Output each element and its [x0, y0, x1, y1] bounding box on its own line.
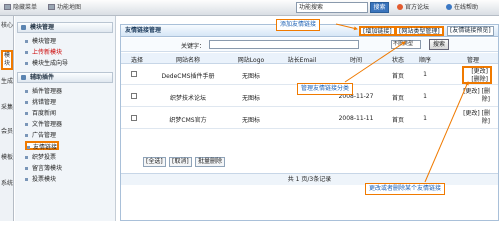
tab-member[interactable]: 会员 — [1, 128, 13, 148]
type-select[interactable]: 不限类型 — [391, 40, 421, 49]
forum-label: 官方论坛 — [405, 4, 430, 11]
row-checkbox[interactable] — [131, 115, 137, 121]
search-button[interactable]: 搜索 — [429, 39, 449, 50]
add-link-button[interactable]: [增加链接] — [359, 26, 396, 36]
hide-menu-button[interactable]: 隐藏菜单 — [4, 3, 37, 13]
col-email: 站长Email — [287, 57, 317, 64]
sidebar-item-vote-module[interactable]: 投票模块 — [25, 175, 56, 184]
logo-cell: 无图标 — [241, 73, 260, 80]
order-cell: 1 — [423, 93, 427, 100]
sidebar-item-error-manage[interactable]: 挑错管理 — [25, 98, 56, 107]
sidebar-section-title: 模块管理 — [17, 22, 113, 33]
row-actions[interactable]: [更改] [删除] — [462, 110, 492, 128]
status-cell: 首页 — [391, 73, 404, 80]
logo-cell: 无图标 — [241, 95, 260, 102]
help-link[interactable]: 在线帮助 — [446, 3, 478, 13]
forum-icon — [397, 4, 403, 10]
sidebar-item-dream-vote[interactable]: 织梦投票 — [25, 153, 56, 162]
left-tabs: 核心 模块 生成 采集 会员 模板 系统 — [0, 16, 14, 221]
table-header: 选择 网站名称 网站Logo 站长Email 时间 状态 顺序 管理 — [121, 53, 498, 64]
section-title-label: 辅助插件 — [30, 74, 55, 81]
help-label: 在线帮助 — [454, 4, 479, 11]
batch-delete-button[interactable]: 批量删除 — [195, 157, 226, 167]
col-select: 选择 — [130, 57, 143, 64]
order-cell: 1 — [423, 115, 427, 122]
row-checkbox[interactable] — [131, 71, 137, 77]
sidebar-item-ad-manage[interactable]: 广告管理 — [25, 131, 56, 140]
sidebar-item-file-manager[interactable]: 文件管理器 — [25, 120, 62, 129]
callout-manage-type: 管理友情链接分类 — [297, 83, 354, 95]
keyword-input[interactable] — [209, 40, 359, 49]
col-site-name: 网站名称 — [175, 57, 200, 64]
tab-template[interactable]: 模板 — [1, 154, 13, 174]
folder-icon — [21, 75, 26, 80]
sidebar: 模块管理 模块管理 上传新模块 模块生成向导 辅助插件 插件管理器 挑错管理 百… — [15, 16, 116, 221]
sidebar-item-module-wizard[interactable]: 模块生成向导 — [25, 59, 68, 68]
select-all-button[interactable]: [全选] — [143, 157, 166, 167]
tab-core[interactable]: 核心 — [1, 22, 13, 42]
col-logo: 网站Logo — [237, 57, 265, 64]
function-search-input[interactable]: 功能搜索 — [296, 2, 368, 13]
logo-cell: 无图标 — [241, 117, 260, 124]
sidebar-item-baidu-news[interactable]: 百度新闻 — [25, 109, 56, 118]
site-name-link[interactable]: DedeCMS插件手册 — [153, 71, 223, 80]
sidebar-item-upload-module[interactable]: 上传新模块 — [25, 48, 62, 57]
section-title-label: 模块管理 — [30, 24, 55, 31]
row-actions[interactable]: [更改] [删除] — [462, 66, 492, 84]
tab-system[interactable]: 系统 — [1, 180, 13, 200]
folder-icon — [21, 25, 26, 30]
row-actions[interactable]: [更改] [删除] — [462, 88, 492, 106]
table-row: 织梦CMS官方 无图标 2008-11-11 首页 1 [更改] [删除] — [121, 109, 498, 129]
cancel-select-button[interactable]: [取消] — [169, 157, 192, 167]
search-row: 关键字： 不限类型 搜索 — [121, 38, 498, 52]
menu-icon — [4, 4, 11, 10]
col-manage: 管理 — [466, 57, 479, 64]
status-cell: 首页 — [391, 95, 404, 102]
function-map-label: 功能地图 — [57, 4, 82, 11]
forum-link[interactable]: 官方论坛 — [397, 3, 429, 13]
table-row: DedeCMS插件手册 无图标 首页 1 [更改] [删除] — [121, 65, 498, 85]
col-order: 顺序 — [418, 57, 431, 64]
site-name-link[interactable]: 织梦技术论坛 — [153, 93, 223, 102]
tab-generate[interactable]: 生成 — [1, 78, 13, 98]
tab-module[interactable]: 模块 — [1, 50, 13, 70]
callout-add-link: 添加友情链接 — [276, 19, 321, 31]
site-name-link[interactable]: 织梦CMS官方 — [153, 115, 223, 124]
site-type-manage-button[interactable]: [网站类型管理] — [395, 26, 444, 36]
function-map-button[interactable]: 功能地图 — [48, 3, 81, 13]
time-cell: 2008-11-11 — [338, 115, 374, 122]
status-cell: 首页 — [391, 117, 404, 124]
sidebar-item-plugin-manager[interactable]: 插件管理器 — [25, 87, 62, 96]
row-checkbox[interactable] — [131, 93, 137, 99]
function-search-button[interactable]: 搜索 — [370, 2, 389, 13]
hide-menu-label: 隐藏菜单 — [13, 4, 38, 11]
map-icon — [48, 4, 55, 10]
tab-collect[interactable]: 采集 — [1, 104, 13, 124]
panel-title-text: 友情链接管理 — [125, 27, 162, 34]
link-preview-button[interactable]: [友情链接预览] — [447, 26, 494, 36]
sidebar-section-title: 辅助插件 — [17, 72, 113, 83]
order-cell: 1 — [423, 71, 427, 78]
sidebar-item-friend-links[interactable]: 友情链接 — [25, 141, 60, 151]
callout-edit-delete: 更改或者删除某个友情链接 — [365, 183, 446, 195]
top-bar: 隐藏菜单 功能地图 功能搜索 搜索 官方论坛 在线帮助 — [0, 0, 499, 16]
col-time: 时间 — [349, 57, 362, 64]
sidebar-item-guestbook[interactable]: 留言簿模块 — [25, 164, 62, 173]
sidebar-item-module-manage[interactable]: 模块管理 — [25, 37, 56, 46]
help-icon — [446, 4, 452, 10]
col-status: 状态 — [391, 57, 404, 64]
keyword-label: 关键字： — [181, 43, 206, 50]
